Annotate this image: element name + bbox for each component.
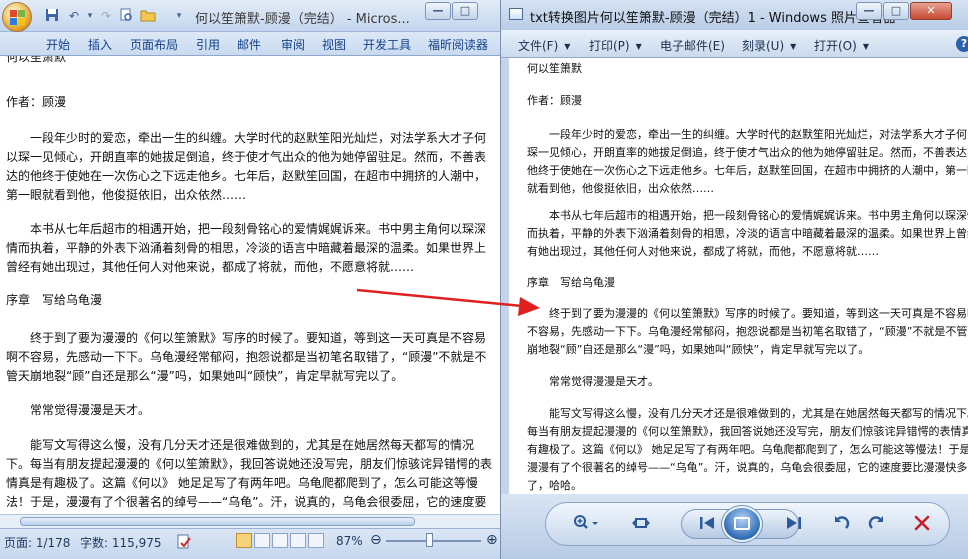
word-document-area[interactable]: 何以笙箫默 作者：顾漫 一段年少时的爱恋，牵出一生的纠缠。大学时代的赵默笙阳光灿… bbox=[0, 56, 502, 514]
viewer-minimize-button[interactable]: — bbox=[856, 2, 882, 20]
image-chapter-heading: 序章 写给乌龟漫 bbox=[527, 276, 615, 289]
image-author-line: 作者：顾漫 bbox=[527, 94, 582, 107]
ribbon-tabs: 开始 插入 页面布局 引用 邮件 审阅 视图 开发工具 福昕阅读器 bbox=[0, 32, 502, 56]
previous-icon[interactable] bbox=[697, 514, 717, 537]
menu-email-label: 电子邮件(E) bbox=[660, 39, 725, 53]
minimize-icon: — bbox=[863, 4, 875, 17]
photo-viewer-window: txt转换图片何以笙箫默-顾漫（完结）1 - Windows 照片查看器 文件(… bbox=[500, 0, 968, 559]
full-screen-reading-view-icon[interactable] bbox=[254, 533, 270, 548]
zoom-slider[interactable] bbox=[386, 540, 481, 542]
actual-size-icon[interactable] bbox=[631, 514, 651, 537]
photo-viewer-app-icon bbox=[509, 8, 523, 20]
zoom-out-icon[interactable]: ⊖ bbox=[370, 532, 382, 548]
menu-open-label: 打开(O) bbox=[814, 39, 857, 53]
maximize-icon: □ bbox=[459, 4, 471, 17]
desktop: ↶ ▾ ↷ ▾ 何以笙箫默-顾漫（完结） - Micros... 开始 插入 页… bbox=[0, 0, 968, 559]
minimize-icon: — bbox=[432, 4, 444, 17]
outline-view-icon[interactable] bbox=[290, 533, 306, 548]
menu-open[interactable]: 打开(O) ▼ bbox=[814, 37, 869, 54]
menu-file[interactable]: 文件(F) ▼ bbox=[518, 37, 570, 54]
zoom-level[interactable]: 87% bbox=[336, 534, 363, 548]
doc-title-line: 何以笙箫默 bbox=[6, 56, 67, 64]
tab-developer[interactable]: 开发工具 bbox=[363, 36, 411, 53]
chevron-down-icon: ▼ bbox=[635, 42, 642, 51]
slideshow-button[interactable] bbox=[722, 506, 762, 542]
customize-quick-access-icon[interactable]: ▾ bbox=[171, 8, 187, 24]
help-icon[interactable]: ? bbox=[956, 36, 968, 52]
viewer-bottom-toolbar bbox=[501, 494, 968, 559]
save-icon[interactable] bbox=[44, 8, 60, 24]
doc-author-line: 作者：顾漫 bbox=[6, 95, 67, 109]
viewer-close-button[interactable]: ✕ bbox=[910, 2, 952, 20]
scrollbar-thumb[interactable] bbox=[20, 517, 415, 526]
image-paragraph: 本书从七年后超市的相遇开始，把一段刻骨铭心的爱情娓娓诉来。书中男主角何以琛深情而… bbox=[527, 209, 968, 258]
tab-view[interactable]: 视图 bbox=[322, 36, 346, 53]
horizontal-scrollbar[interactable] bbox=[0, 514, 502, 528]
tab-mailings[interactable]: 邮件 bbox=[237, 36, 261, 53]
zoom-icon[interactable] bbox=[573, 514, 599, 537]
zoom-slider-thumb[interactable] bbox=[426, 533, 433, 547]
doc-chapter-heading: 序章 写给乌龟漫 bbox=[6, 293, 103, 307]
draft-view-icon[interactable] bbox=[308, 533, 324, 548]
tab-review[interactable]: 审阅 bbox=[281, 36, 305, 53]
viewer-command-bar: 文件(F) ▼ 打印(P) ▼ 电子邮件(E) 刻录(U) ▼ 打开(O) ▼ ? bbox=[501, 30, 968, 58]
doc-paragraph: 一段年少时的爱恋，牵出一生的纠缠。大学时代的赵默笙阳光灿烂，对法学系大才子何以琛… bbox=[6, 131, 487, 202]
next-icon[interactable] bbox=[784, 514, 804, 537]
maximize-icon: □ bbox=[890, 4, 902, 17]
print-preview-icon[interactable] bbox=[118, 8, 134, 24]
doc-paragraph: 本书从七年后超市的相遇开始，把一段刻骨铭心的爱情娓娓诉来。书中男主角何以琛深情而… bbox=[6, 222, 487, 274]
viewer-maximize-button[interactable]: □ bbox=[883, 2, 909, 20]
undo-dropdown-icon[interactable]: ▾ bbox=[82, 8, 98, 24]
doc-paragraph: 常常觉得漫漫是天才。 bbox=[30, 403, 151, 417]
image-paragraph: 能写文写得这么慢，没有几分天才还是很难做到的，尤其是在她居然每天都写的情况下。每… bbox=[527, 407, 968, 492]
tab-page-layout[interactable]: 页面布局 bbox=[130, 36, 178, 53]
menu-print[interactable]: 打印(P) ▼ bbox=[589, 37, 642, 54]
page-indicator[interactable]: 页面: 1/178 bbox=[4, 534, 70, 551]
image-paragraph: 一段年少时的爱恋，牵出一生的纠缠。大学时代的赵默笙阳光灿烂，对法学系大才子何以琛… bbox=[527, 128, 968, 195]
doc-paragraph: 终于到了要为漫漫的《何以笙箫默》写序的时候了。要知道，等到这一天可真是不容易啊不… bbox=[6, 331, 487, 383]
open-folder-icon[interactable] bbox=[140, 8, 156, 24]
image-paragraph: 常常觉得漫漫是天才。 bbox=[549, 375, 659, 388]
rotate-counterclockwise-icon[interactable] bbox=[833, 514, 851, 537]
image-title-line: 何以笙箫默 bbox=[527, 62, 582, 75]
word-minimize-button[interactable]: — bbox=[425, 2, 451, 20]
print-layout-view-icon[interactable] bbox=[236, 533, 252, 548]
menu-print-label: 打印(P) bbox=[589, 39, 630, 53]
tab-home[interactable]: 开始 bbox=[46, 36, 70, 53]
word-status-bar: 页面: 1/178 字数: 115,975 87% ⊖ ⊕ bbox=[0, 528, 502, 559]
spelling-check-icon[interactable] bbox=[176, 534, 192, 553]
word-window-title: 何以笙箫默-顾漫（完结） - Micros... bbox=[195, 12, 410, 27]
viewer-image-canvas[interactable]: 何以笙箫默 作者：顾漫 一段年少时的爱恋，牵出一生的纠缠。大学时代的赵默笙阳光灿… bbox=[509, 58, 968, 494]
menu-burn-label: 刻录(U) bbox=[742, 39, 785, 53]
slideshow-icon bbox=[734, 517, 750, 530]
undo-icon[interactable]: ↶ bbox=[66, 8, 82, 24]
rotate-clockwise-icon[interactable] bbox=[867, 514, 885, 537]
delete-icon[interactable] bbox=[913, 514, 931, 537]
tab-insert[interactable]: 插入 bbox=[88, 36, 112, 53]
tab-references[interactable]: 引用 bbox=[196, 36, 220, 53]
chevron-down-icon: ▼ bbox=[790, 42, 797, 51]
redo-icon[interactable]: ↷ bbox=[98, 8, 114, 24]
chevron-down-icon: ▼ bbox=[862, 42, 869, 51]
menu-email[interactable]: 电子邮件(E) bbox=[660, 37, 725, 54]
zoom-in-icon[interactable]: ⊕ bbox=[486, 532, 498, 548]
close-icon: ✕ bbox=[926, 4, 936, 17]
office-button[interactable] bbox=[2, 2, 32, 32]
word-count[interactable]: 字数: 115,975 bbox=[80, 534, 161, 551]
tab-foxit-reader[interactable]: 福昕阅读器 bbox=[428, 36, 488, 53]
menu-file-label: 文件(F) bbox=[518, 39, 559, 53]
office-logo-icon bbox=[10, 10, 25, 25]
chevron-down-icon: ▼ bbox=[564, 42, 571, 51]
doc-paragraph: 能写文写得这么慢，没有几分天才还是很难做到的，尤其是在她居然每天都写的情况下。每… bbox=[6, 438, 493, 509]
viewer-window-title: txt转换图片何以笙箫默-顾漫（完结）1 - Windows 照片查看器 bbox=[530, 11, 896, 26]
word-window: ↶ ▾ ↷ ▾ 何以笙箫默-顾漫（完结） - Micros... 开始 插入 页… bbox=[0, 0, 502, 559]
image-paragraph: 终于到了要为漫漫的《何以笙箫默》写序的时候了。要知道，等到这一天可真是不容易啊不… bbox=[527, 307, 968, 356]
web-layout-view-icon[interactable] bbox=[272, 533, 288, 548]
menu-burn[interactable]: 刻录(U) ▼ bbox=[742, 37, 796, 54]
word-maximize-button[interactable]: □ bbox=[452, 2, 478, 20]
